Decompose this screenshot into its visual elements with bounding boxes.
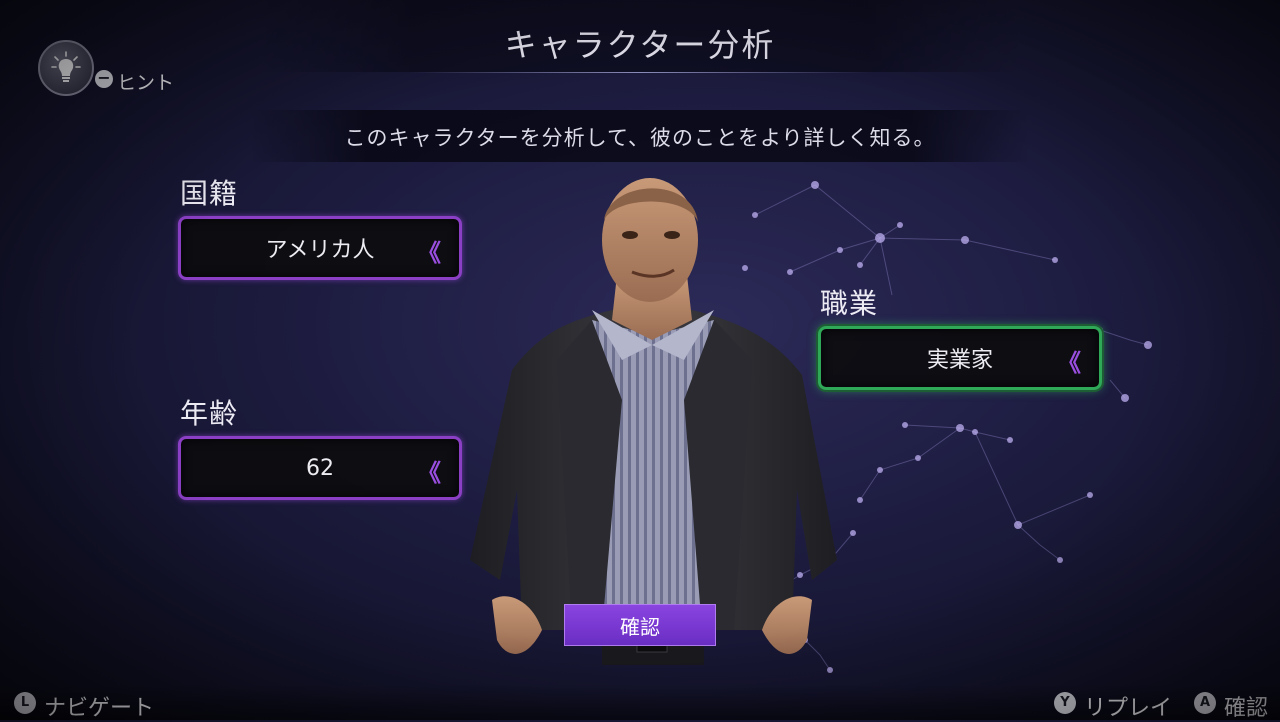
confirm-button[interactable]: 確認 (564, 604, 716, 646)
instruction-text: このキャラクターを分析して、彼のことをより詳しく知る。 (344, 126, 936, 150)
navigate-hint[interactable]: ナビゲート (44, 690, 154, 722)
replay-hint[interactable]: リプレイ (1084, 690, 1172, 722)
confirm-hint[interactable]: 確認 (1224, 690, 1268, 722)
y-button-icon: Y (1054, 692, 1076, 714)
age-value: 62 (306, 455, 334, 481)
age-label: 年齢 (180, 397, 239, 430)
age-selector[interactable]: 62 《 (178, 436, 462, 500)
l-stick-button-icon: L (14, 692, 36, 714)
nationality-value: アメリカ人 (265, 238, 375, 263)
minus-button-icon: − (95, 70, 113, 88)
lightbulb-icon (51, 51, 81, 82)
a-button-icon: A (1194, 692, 1216, 714)
page-title: キャラクター分析 (504, 26, 776, 64)
occupation-value: 実業家 (926, 348, 993, 373)
title-divider (410, 72, 870, 73)
hint-label[interactable]: ヒント (117, 68, 174, 95)
chevron-left-icon: 《 (1057, 349, 1081, 377)
nationality-label: 国籍 (180, 177, 239, 210)
nationality-selector[interactable]: アメリカ人 《 (178, 216, 462, 280)
hint-lightbulb-button[interactable] (38, 40, 94, 96)
chevron-left-icon: 《 (417, 239, 441, 267)
chevron-left-icon: 《 (417, 459, 441, 487)
occupation-selector[interactable]: 実業家 《 (818, 326, 1102, 390)
